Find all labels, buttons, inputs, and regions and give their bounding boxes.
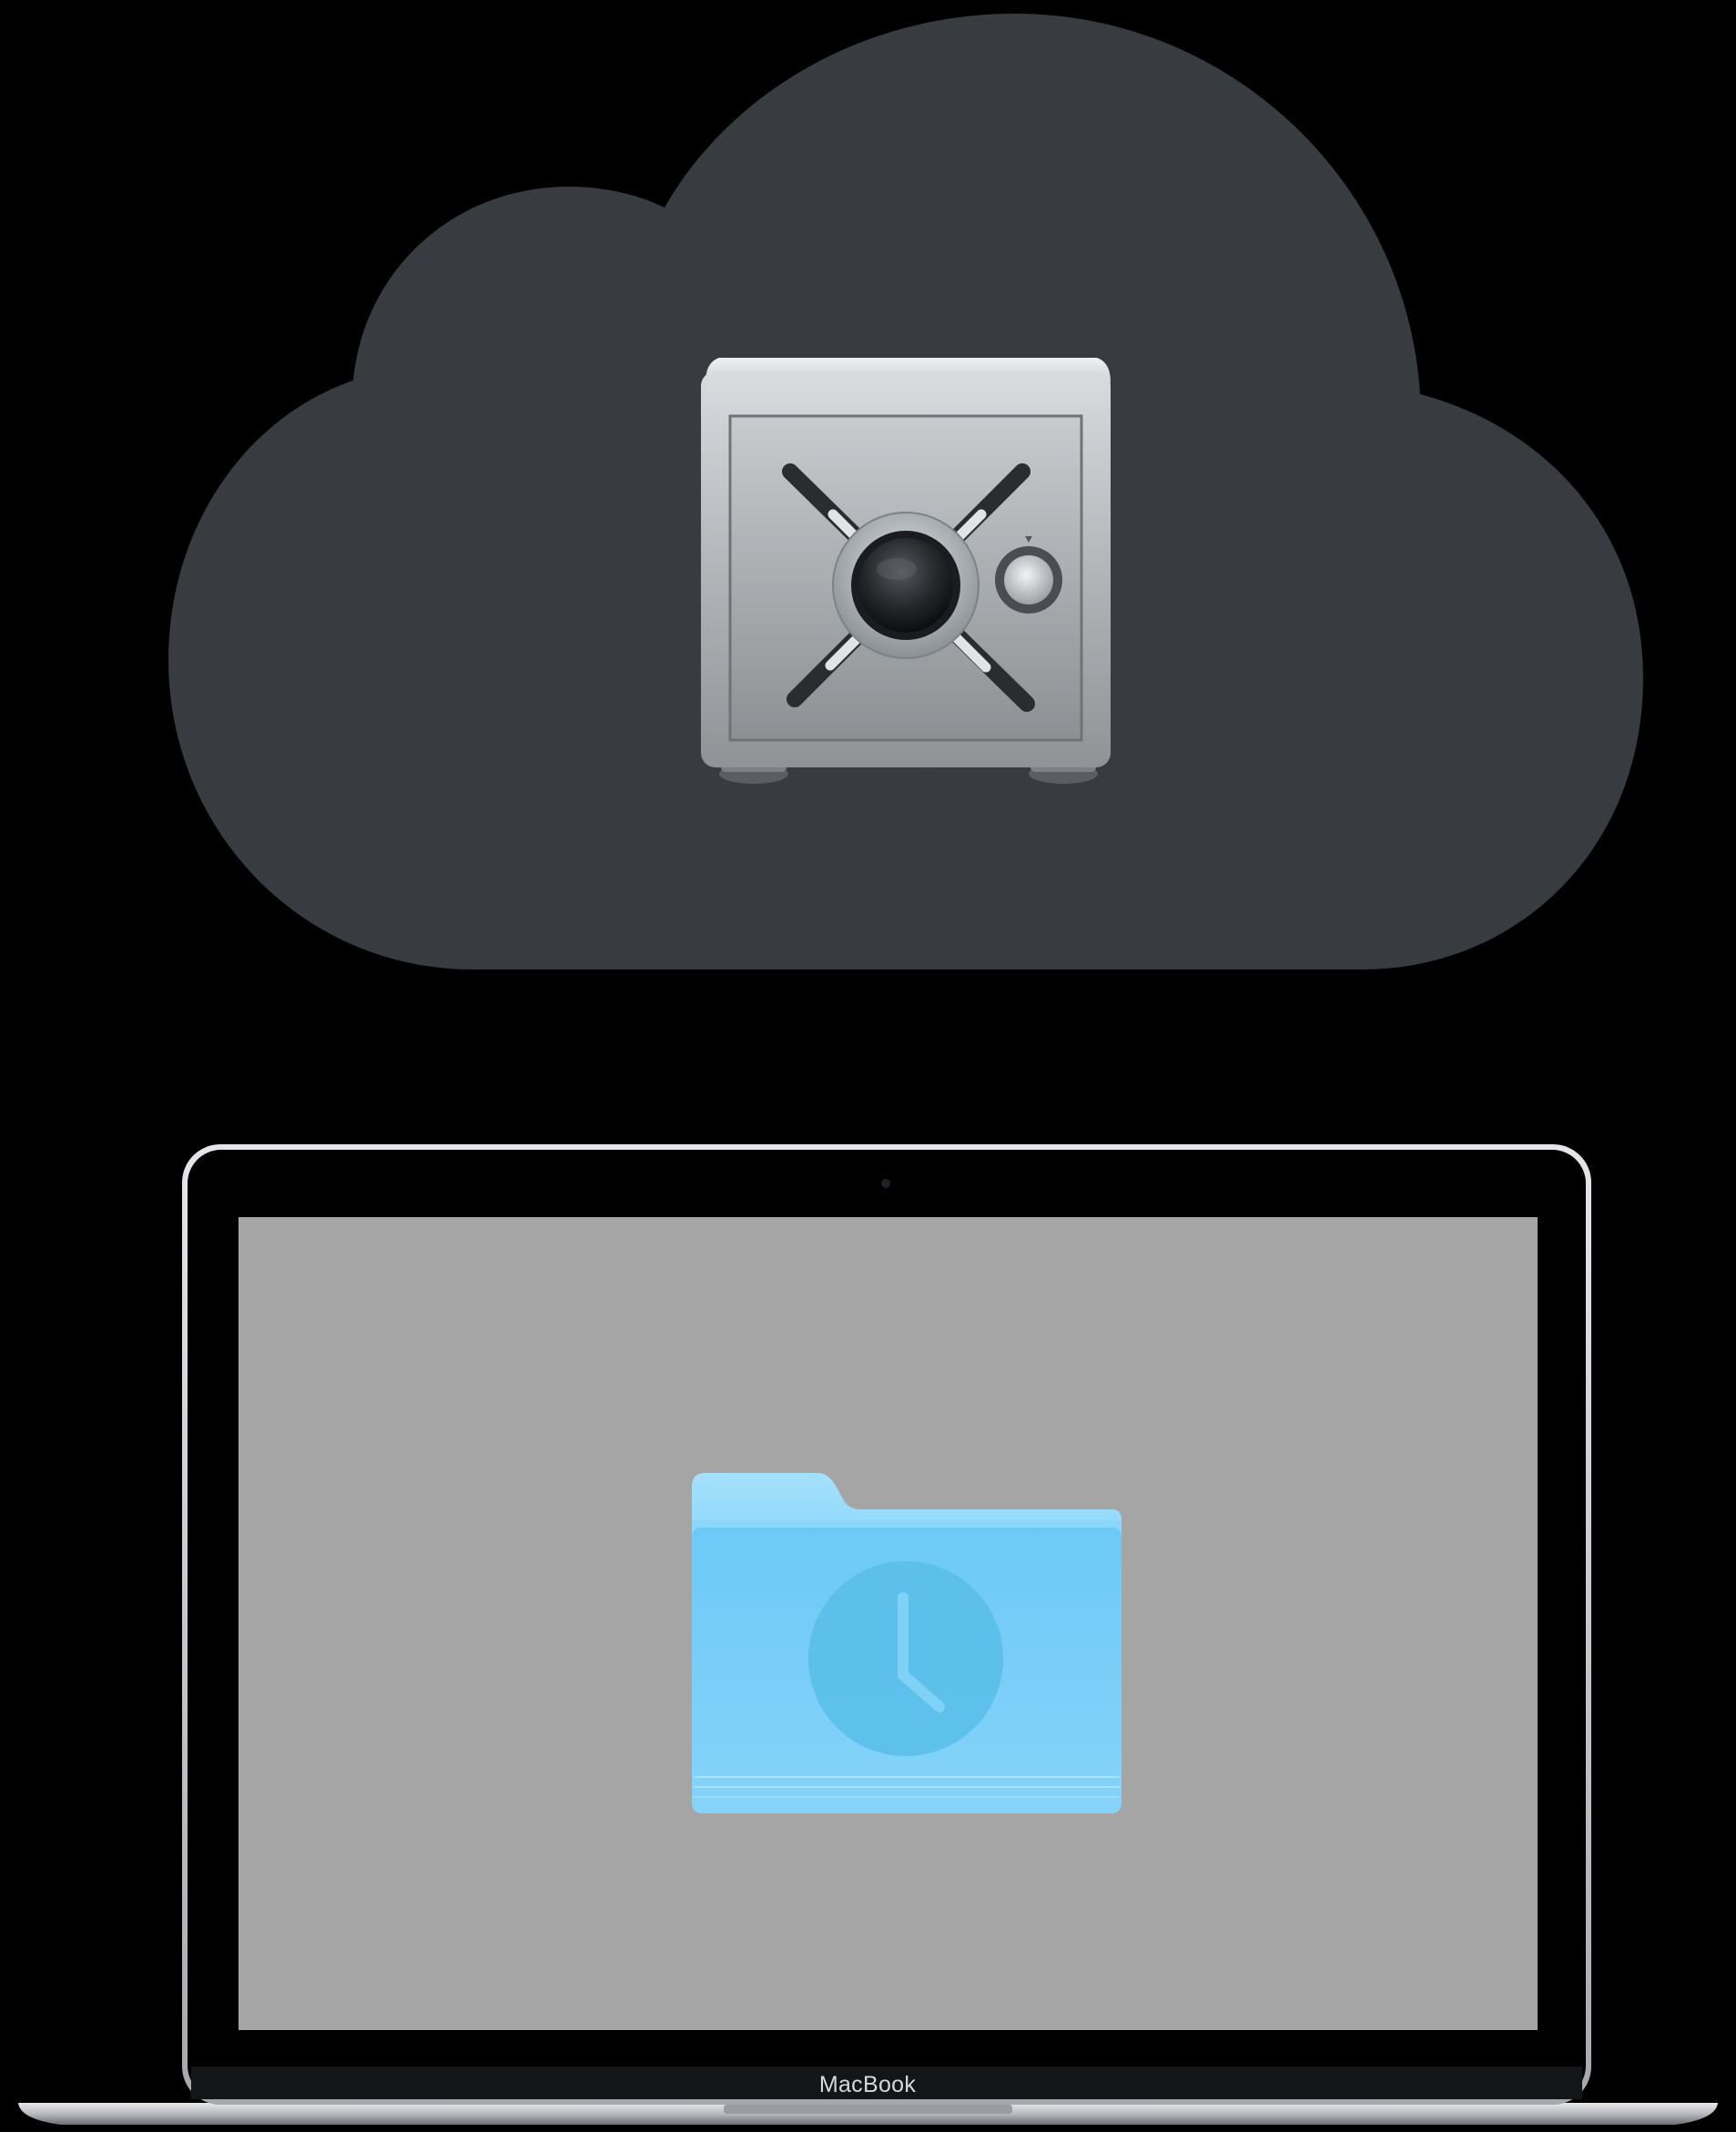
camera bbox=[881, 1179, 890, 1188]
time-machine-folder-icon bbox=[692, 1473, 1122, 1813]
backup-illustration bbox=[18, 14, 1718, 2125]
safe-vault-icon bbox=[701, 358, 1111, 784]
clock-icon bbox=[808, 1561, 1003, 1756]
brand-label: MacBook bbox=[818, 2072, 917, 2097]
